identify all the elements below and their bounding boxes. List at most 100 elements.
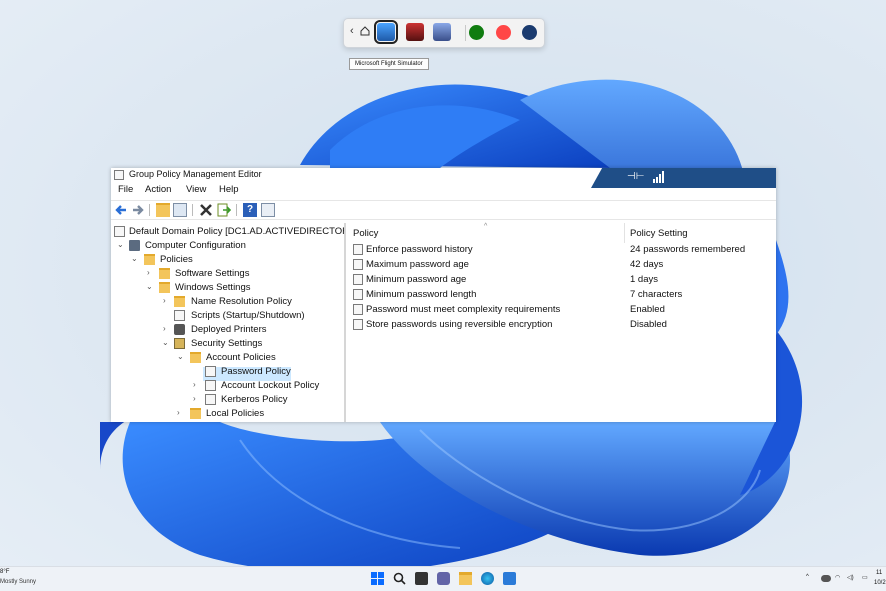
menu-file[interactable]: File <box>118 184 133 195</box>
list-item[interactable]: Minimum password length 7 characters <box>347 287 776 302</box>
console-tree: Default Domain Policy [DC1.AD.ACTIVEDIRE… <box>111 223 346 422</box>
menu-view[interactable]: View <box>186 184 206 195</box>
tree-item-label: Local Policies <box>206 408 264 419</box>
folder-icon <box>190 352 201 363</box>
collapse-chevron-icon[interactable]: › <box>163 324 171 333</box>
chat-icon[interactable] <box>437 572 450 585</box>
task-view-icon[interactable] <box>415 572 428 585</box>
tree-item-label: Deployed Printers <box>191 324 267 335</box>
column-header-policy[interactable]: Policy <box>353 228 378 239</box>
tree-item-label: Software Settings <box>175 268 249 279</box>
policy-name: Minimum password age <box>366 274 466 285</box>
menu-bar: File Action View Help <box>111 183 776 197</box>
help-icon[interactable]: ? <box>243 203 257 217</box>
edge-icon[interactable] <box>481 572 494 585</box>
forward-arrow-icon[interactable] <box>131 203 145 217</box>
volume-icon[interactable]: ◁) <box>847 574 854 581</box>
show-hide-tree-icon[interactable] <box>173 203 187 217</box>
toolbar: ? <box>111 200 776 220</box>
tree-item-label: Password Policy <box>221 366 291 377</box>
xbox-icon[interactable] <box>469 25 484 40</box>
expand-chevron-icon[interactable]: ⌄ <box>162 338 170 347</box>
policy-value: 42 days <box>630 259 663 270</box>
column-header-policy-setting[interactable]: Policy Setting <box>630 228 688 239</box>
game-tile-3[interactable] <box>433 23 451 41</box>
back-arrow-icon[interactable] <box>114 203 128 217</box>
policy-icon <box>114 226 125 237</box>
app-icon <box>114 170 124 180</box>
tree-item-label: Security Settings <box>191 338 262 349</box>
delete-icon[interactable] <box>199 203 213 217</box>
collapse-chevron-icon[interactable]: › <box>193 380 201 389</box>
store-icon[interactable] <box>503 572 516 585</box>
folder-icon <box>174 296 185 307</box>
policy-icon <box>205 380 216 391</box>
tree-item-label: Account Lockout Policy <box>221 380 319 391</box>
security-icon <box>174 338 185 349</box>
flight-simulator-tile[interactable] <box>377 23 395 41</box>
expand-chevron-icon[interactable]: ⌄ <box>117 240 125 249</box>
window-title: Group Policy Management Editor <box>129 169 262 179</box>
gpme-window: Group Policy Management Editor ⊣⊢ File A… <box>111 168 776 422</box>
collapse-chevron-icon[interactable]: › <box>193 394 201 403</box>
list-item[interactable]: Enforce password history 24 passwords re… <box>347 242 776 257</box>
export-list-icon[interactable] <box>217 203 231 217</box>
list-item[interactable]: Maximum password age 42 days <box>347 257 776 272</box>
windows-start-icon[interactable] <box>371 572 384 585</box>
weather-temperature[interactable]: 8°F <box>0 569 9 575</box>
policy-list: ^ Policy Policy Setting Enforce password… <box>347 223 776 422</box>
signal-icon[interactable] <box>653 171 665 183</box>
tree-item-label: Name Resolution Policy <box>191 296 292 307</box>
policy-name: Minimum password length <box>366 289 476 300</box>
policy-setting-icon <box>353 319 363 330</box>
policy-setting-icon <box>353 304 363 315</box>
list-item[interactable]: Minimum password age 1 days <box>347 272 776 287</box>
policy-setting-icon <box>353 244 363 255</box>
tree-item-label: Windows Settings <box>175 282 251 293</box>
pin-icon[interactable]: ⊣⊢ <box>627 171 645 183</box>
divider <box>236 204 237 216</box>
menu-help[interactable]: Help <box>219 184 239 195</box>
game-tile-2[interactable] <box>406 23 424 41</box>
policy-value: 7 characters <box>630 289 682 300</box>
back-chevron-icon[interactable]: ‹ <box>350 25 354 37</box>
expand-chevron-icon[interactable]: ⌄ <box>177 352 185 361</box>
column-divider[interactable] <box>624 223 625 243</box>
policy-value: 24 passwords remembered <box>630 244 745 255</box>
collapse-chevron-icon[interactable]: › <box>177 408 185 417</box>
battery-icon[interactable]: ▭ <box>862 574 868 581</box>
tree-item-label: Account Policies <box>206 352 276 363</box>
game-launcher-bar: ‹ <box>343 18 545 48</box>
policy-setting-icon <box>353 289 363 300</box>
wifi-icon[interactable]: ◠ <box>835 574 840 581</box>
policy-icon <box>205 394 216 405</box>
sort-caret-icon: ^ <box>484 223 487 230</box>
clock-date[interactable]: 10/2 <box>874 580 886 586</box>
home-icon[interactable] <box>359 25 371 37</box>
menu-action[interactable]: Action <box>145 184 171 195</box>
weather-condition[interactable]: Mostly Sunny <box>0 579 36 585</box>
onedrive-icon[interactable] <box>821 575 831 582</box>
tree-item-label: Default Domain Policy [DC1.AD.ACTIVEDIRE… <box>129 226 346 237</box>
taskbar: 8°F Mostly Sunny ^ ◠ ◁) ▭ 11 10/2 <box>0 566 886 591</box>
list-item[interactable]: Password must meet complexity requiremen… <box>347 302 776 317</box>
file-explorer-icon[interactable] <box>459 572 472 585</box>
policy-name: Enforce password history <box>366 244 473 255</box>
folder-icon <box>159 282 170 293</box>
list-item[interactable]: Store passwords using reversible encrypt… <box>347 317 776 332</box>
divider <box>465 25 466 41</box>
tray-chevron-icon[interactable]: ^ <box>806 574 809 580</box>
collapse-chevron-icon[interactable]: › <box>147 268 155 277</box>
script-icon <box>174 310 185 321</box>
policy-setting-icon <box>353 259 363 270</box>
up-folder-icon[interactable] <box>156 203 170 217</box>
ea-icon[interactable] <box>496 25 511 40</box>
collapse-chevron-icon[interactable]: › <box>163 296 171 305</box>
expand-chevron-icon[interactable]: ⌄ <box>146 282 154 291</box>
steam-icon[interactable] <box>522 25 537 40</box>
clock-time[interactable]: 11 <box>876 570 882 576</box>
properties-icon[interactable] <box>261 203 275 217</box>
expand-chevron-icon[interactable]: ⌄ <box>131 254 139 263</box>
tree-item-label: Scripts (Startup/Shutdown) <box>191 310 305 321</box>
search-icon[interactable] <box>393 572 406 585</box>
